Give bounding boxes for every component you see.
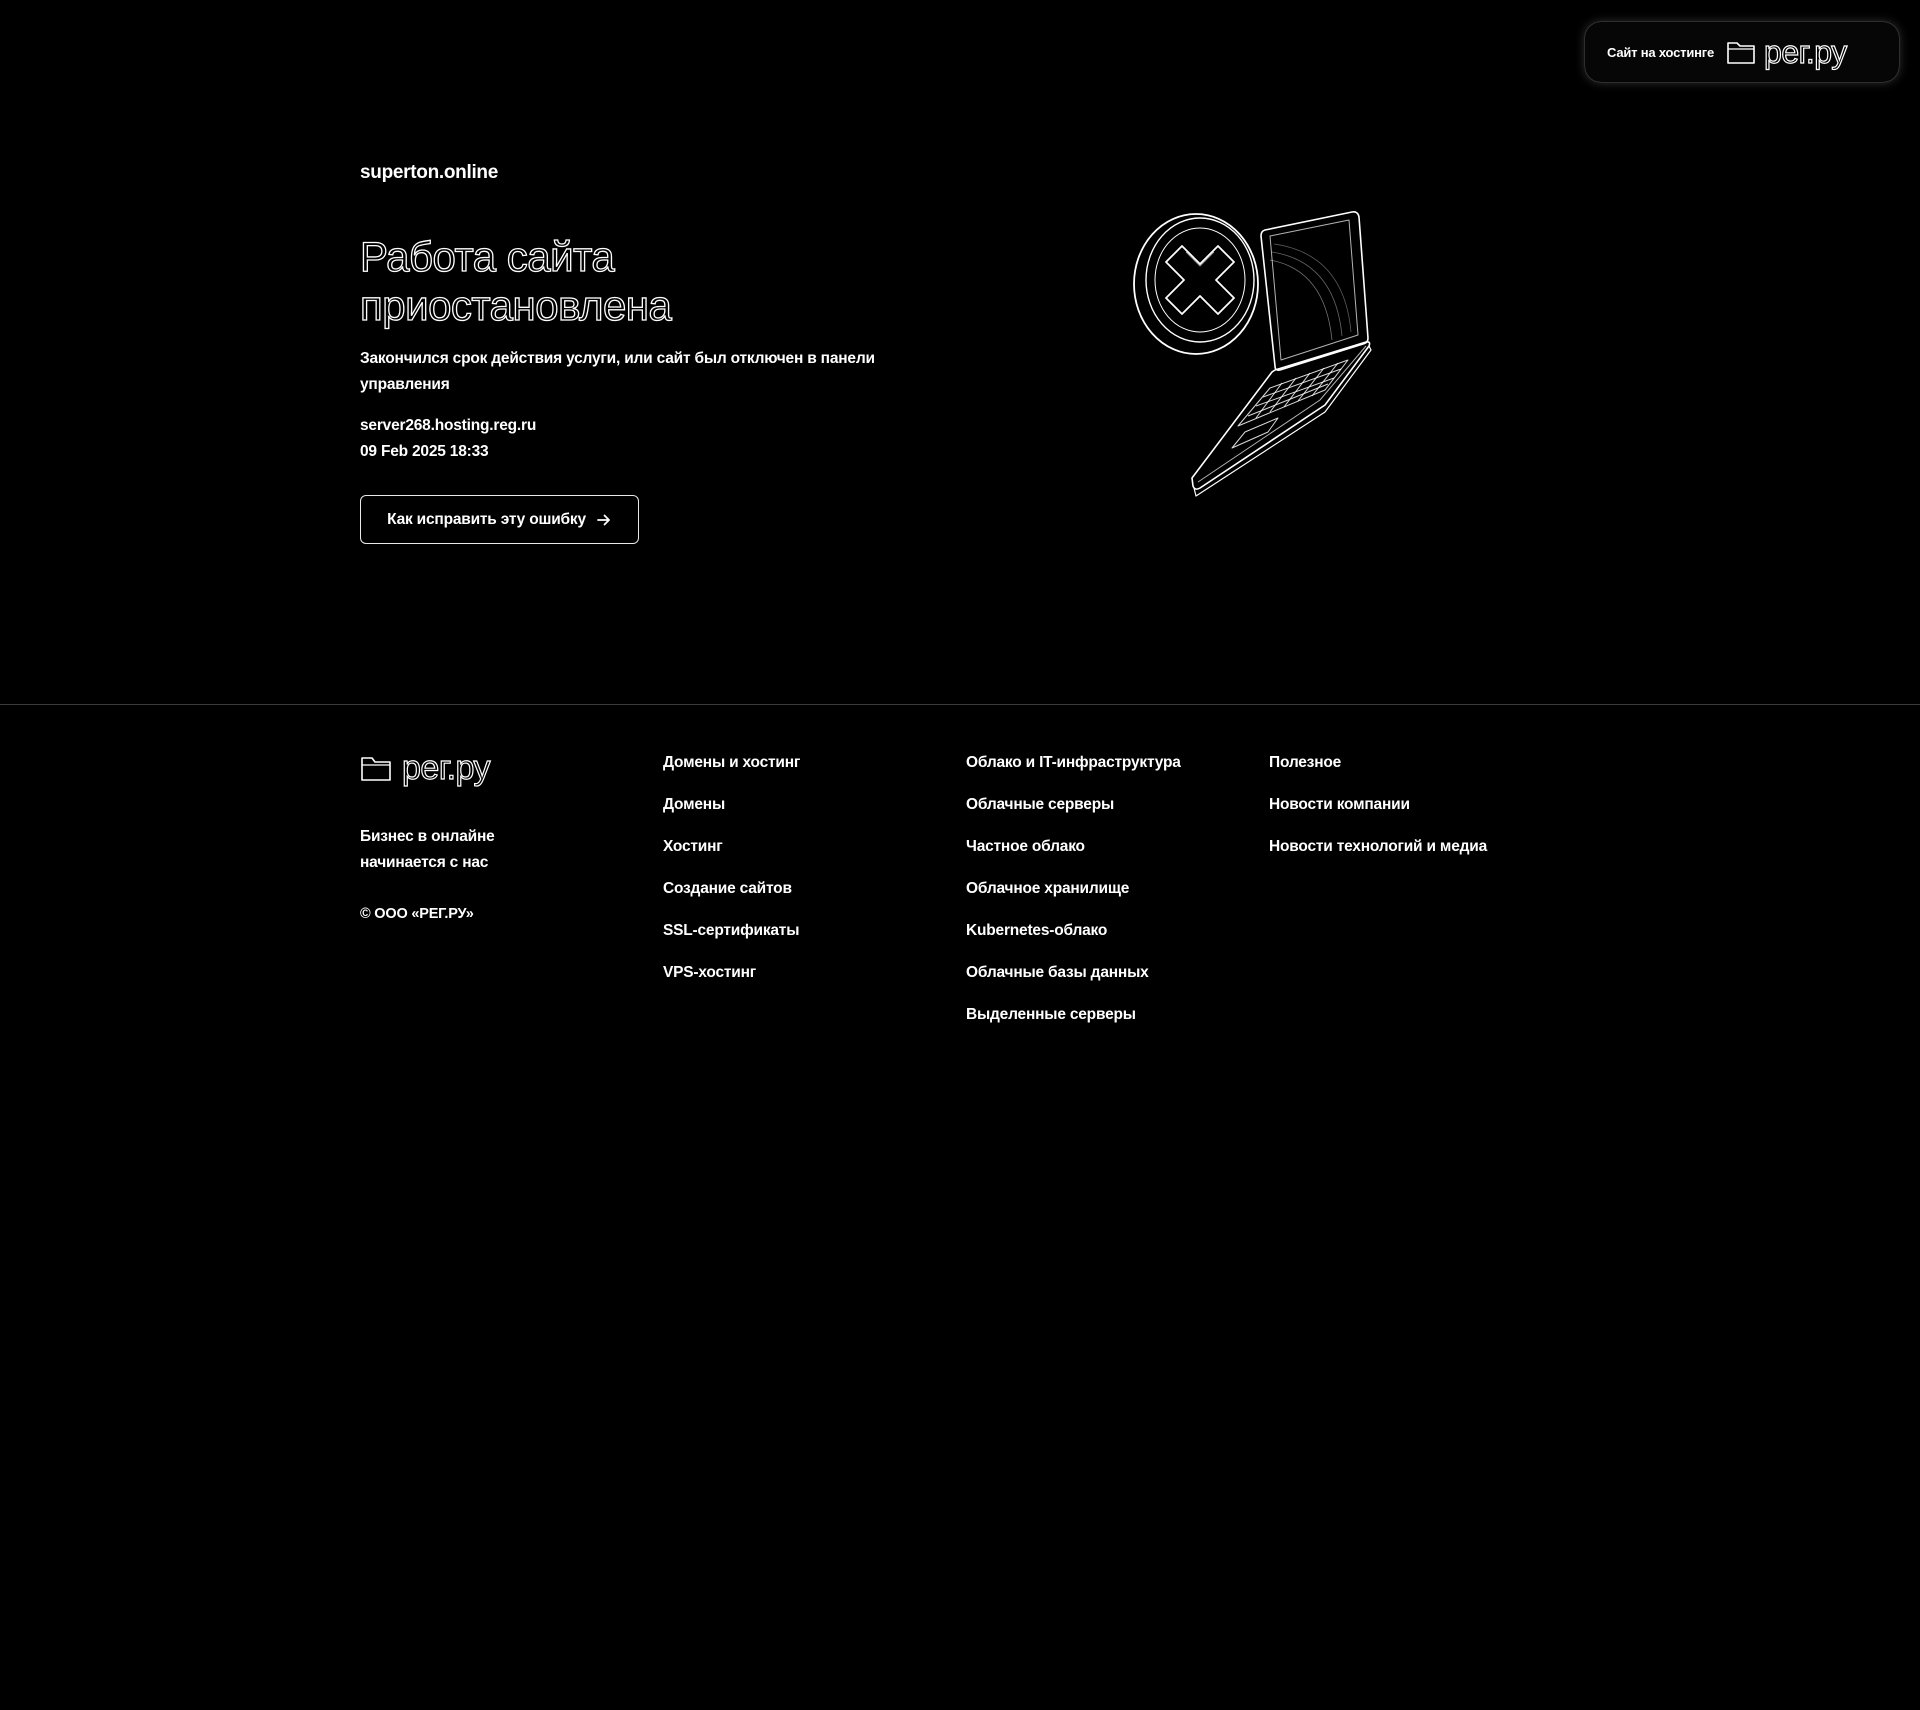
suspension-description: Закончился срок действия услуги, или сай…: [360, 350, 875, 393]
main-section: superton.online Работа сайта приостановл…: [359, 0, 1560, 700]
footer-column-useful: Полезное Новости компании Новости технол…: [1269, 752, 1487, 878]
badge-logo-text: рег.ру: [1763, 34, 1847, 70]
fix-error-button[interactable]: Как исправить эту ошибку: [360, 495, 639, 544]
footer-link-vps[interactable]: VPS-хостинг: [663, 964, 756, 981]
timestamp: 09 Feb 2025 18:33: [360, 443, 489, 460]
footer-column-heading: Домены и хостинг: [663, 754, 801, 771]
footer-tagline: Бизнес в онлайне начинается с нас: [360, 828, 495, 871]
footer-link-kubernetes[interactable]: Kubernetes-облако: [966, 922, 1107, 939]
footer-link-cloud-databases[interactable]: Облачные базы данных: [966, 964, 1149, 981]
footer-link-ssl[interactable]: SSL-сертификаты: [663, 922, 799, 939]
footer-column-domains-hosting: Домены и хостинг Домены Хостинг Создание…: [663, 752, 800, 1004]
server-name: server268.hosting.reg.ru: [360, 417, 537, 434]
footer-column-heading: Полезное: [1269, 754, 1342, 771]
suspended-site-page: Сайт на хостинге рег.ру superton.online …: [0, 0, 1920, 1710]
footer-brand: рег.ру Бизнес в онлайне начинается с нас…: [360, 748, 640, 922]
footer-link-cloud-storage[interactable]: Облачное хранилище: [966, 880, 1129, 897]
footer-link-dedicated-servers[interactable]: Выделенные серверы: [966, 1006, 1136, 1023]
arrow-right-icon: [596, 514, 610, 525]
footer-divider: [0, 704, 1920, 705]
footer-link-domains[interactable]: Домены: [663, 796, 725, 813]
footer-link-site-builder[interactable]: Создание сайтов: [663, 880, 792, 897]
badge-text: Сайт на хостинге: [1607, 44, 1715, 60]
footer-link-private-cloud[interactable]: Частное облако: [966, 838, 1085, 855]
footer-link-cloud-servers[interactable]: Облачные серверы: [966, 796, 1114, 813]
footer-column-heading: Облако и IT-инфраструктура: [966, 754, 1181, 771]
footer-link-hosting[interactable]: Хостинг: [663, 838, 723, 855]
hosting-badge-link[interactable]: Сайт на хостинге рег.ру: [1585, 22, 1899, 82]
site-domain: superton.online: [360, 162, 499, 183]
laptop-error-icon: [1133, 211, 1372, 497]
footer-link-tech-news[interactable]: Новости технологий и медиа: [1269, 838, 1487, 855]
page-title: Работа сайта приостановлена: [359, 232, 672, 329]
folder-icon: [1727, 42, 1755, 64]
fix-error-button-label: Как исправить эту ошибку: [387, 510, 586, 528]
badge-logo: рег.ру: [1726, 34, 1848, 70]
folder-icon: [361, 757, 391, 781]
server-info: server268.hosting.reg.ru 09 Feb 2025 18:…: [360, 413, 536, 465]
footer-logo-link[interactable]: рег.ру: [360, 748, 640, 788]
footer-logo-text: рег.ру: [401, 749, 491, 787]
footer-column-cloud: Облако и IT-инфраструктура Облачные серв…: [966, 752, 1181, 1046]
footer-copyright: © ООО «РЕГ.РУ»: [360, 906, 474, 922]
footer-link-company-news[interactable]: Новости компании: [1269, 796, 1410, 813]
